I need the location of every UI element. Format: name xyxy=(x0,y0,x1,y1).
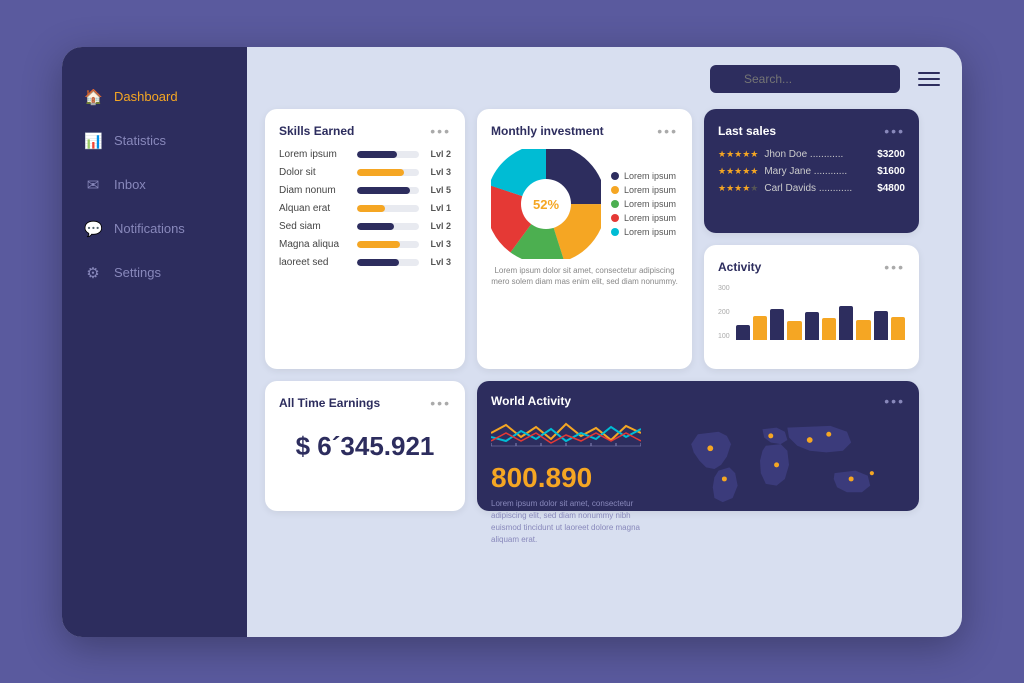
sidebar: 🏠 Dashboard 📊 Statistics ✉ Inbox 💬 Notif… xyxy=(62,47,247,637)
earnings-header: All Time Earnings ••• xyxy=(279,395,451,411)
pie-chart: 52% xyxy=(491,149,601,259)
last-sales-title: Last sales xyxy=(718,124,776,138)
bar-4 xyxy=(805,312,819,339)
world-card: World Activity ••• xyxy=(477,381,919,511)
activity-card: Activity ••• 300 200 100 xyxy=(704,245,919,369)
bar-8 xyxy=(874,311,888,339)
sidebar-item-statistics[interactable]: 📊 Statistics xyxy=(62,119,247,163)
activity-chart-area: 300 200 100 xyxy=(718,285,905,340)
last-sales-card: Last sales ••• ★★★★★ Jhon Doe ..........… xyxy=(704,109,919,233)
world-map xyxy=(673,419,905,519)
notifications-icon: 💬 xyxy=(84,220,102,238)
sidebar-label-settings: Settings xyxy=(114,265,161,280)
pie-legend: Lorem ipsum Lorem ipsum Lorem ipsum Lore… xyxy=(611,171,676,237)
earnings-dots[interactable]: ••• xyxy=(430,395,451,411)
sidebar-item-notifications[interactable]: 💬 Notifications xyxy=(62,207,247,251)
monthly-description: Lorem ipsum dolor sit amet, consectetur … xyxy=(491,265,678,287)
activity-title: Activity xyxy=(718,260,761,274)
monthly-card-header: Monthly investment ••• xyxy=(491,123,678,139)
skill-row-1: Dolor sit Lvl 3 xyxy=(279,167,451,178)
skills-card-header: Skills Earned ••• xyxy=(279,123,451,139)
bar-1 xyxy=(753,316,767,340)
last-sales-header: Last sales ••• xyxy=(718,123,905,139)
wave-chart xyxy=(491,419,641,447)
hamburger-line3 xyxy=(918,84,940,86)
bar-6 xyxy=(839,306,853,340)
skill-row-3: Alquan erat Lvl 1 xyxy=(279,203,451,214)
bar-2 xyxy=(770,309,784,340)
sidebar-label-statistics: Statistics xyxy=(114,133,166,148)
world-left: 800.890 Lorem ipsum dolor sit amet, cons… xyxy=(491,419,661,546)
skills-card: Skills Earned ••• Lorem ipsum Lvl 2 Dolo… xyxy=(265,109,465,369)
header: 🔍 xyxy=(265,65,944,93)
dashboard-wrapper: 🏠 Dashboard 📊 Statistics ✉ Inbox 💬 Notif… xyxy=(62,47,962,637)
skill-row-6: laoreet sed Lvl 3 xyxy=(279,257,451,268)
settings-icon: ⚙ xyxy=(84,264,102,282)
main-content: 🔍 Skills Earned ••• Lorem ipsum L xyxy=(247,47,962,637)
bar-0 xyxy=(736,325,750,339)
bar-9 xyxy=(891,317,905,340)
world-card-header: World Activity ••• xyxy=(491,393,905,409)
bar-3 xyxy=(787,321,801,340)
skills-dots[interactable]: ••• xyxy=(430,123,451,139)
world-description: Lorem ipsum dolor sit amet, consectetur … xyxy=(491,498,661,546)
monthly-card: Monthly investment ••• xyxy=(477,109,692,369)
sales-row-0: ★★★★★ Jhon Doe ............ $3200 xyxy=(718,149,905,160)
col3-stack: Last sales ••• ★★★★★ Jhon Doe ..........… xyxy=(704,109,919,369)
search-input[interactable] xyxy=(710,65,900,93)
activity-dots[interactable]: ••• xyxy=(884,259,905,275)
earnings-card: All Time Earnings ••• $ 6´345.921 xyxy=(265,381,465,511)
sidebar-label-dashboard: Dashboard xyxy=(114,89,178,104)
earnings-title: All Time Earnings xyxy=(279,396,380,410)
bar-5 xyxy=(822,318,836,339)
sidebar-item-inbox[interactable]: ✉ Inbox xyxy=(62,163,247,207)
sidebar-label-inbox: Inbox xyxy=(114,177,146,192)
world-dots[interactable]: ••• xyxy=(884,393,905,409)
skill-row-0: Lorem ipsum Lvl 2 xyxy=(279,149,451,160)
sidebar-item-settings[interactable]: ⚙ Settings xyxy=(62,251,247,295)
home-icon: 🏠 xyxy=(84,88,102,106)
activity-y-axis: 300 200 100 xyxy=(718,285,730,340)
activity-header: Activity ••• xyxy=(718,259,905,275)
search-wrapper: 🔍 xyxy=(710,65,900,93)
last-sales-dots[interactable]: ••• xyxy=(884,123,905,139)
skill-row-5: Magna aliqua Lvl 3 xyxy=(279,239,451,250)
pie-container: 52% Lorem ipsum Lorem ipsum Lorem ipsum … xyxy=(491,149,678,259)
bar-chart xyxy=(736,285,905,340)
sidebar-item-dashboard[interactable]: 🏠 Dashboard xyxy=(62,75,247,119)
bar-7 xyxy=(856,320,870,340)
hamburger-button[interactable] xyxy=(914,68,944,90)
map-svg xyxy=(673,419,905,519)
monthly-dots[interactable]: ••• xyxy=(657,123,678,139)
main-grid: Skills Earned ••• Lorem ipsum Lvl 2 Dolo… xyxy=(265,109,944,619)
sidebar-label-notifications: Notifications xyxy=(114,221,185,236)
monthly-title: Monthly investment xyxy=(491,124,604,138)
stats-icon: 📊 xyxy=(84,132,102,150)
world-title: World Activity xyxy=(491,394,571,408)
world-content: 800.890 Lorem ipsum dolor sit amet, cons… xyxy=(491,419,905,546)
skill-row-2: Diam nonum Lvl 5 xyxy=(279,185,451,196)
skill-row-4: Sed siam Lvl 2 xyxy=(279,221,451,232)
hamburger-line2 xyxy=(918,78,940,80)
world-number: 800.890 xyxy=(491,462,661,494)
earnings-amount: $ 6´345.921 xyxy=(279,431,451,462)
inbox-icon: ✉ xyxy=(84,176,102,194)
sales-row-1: ★★★★★ Mary Jane ............ $1600 xyxy=(718,166,905,177)
skills-title: Skills Earned xyxy=(279,124,354,138)
sales-row-2: ★★★★★ Carl Davids ............ $4800 xyxy=(718,183,905,194)
pie-center-text: 52% xyxy=(533,197,559,212)
hamburger-line1 xyxy=(918,72,940,74)
